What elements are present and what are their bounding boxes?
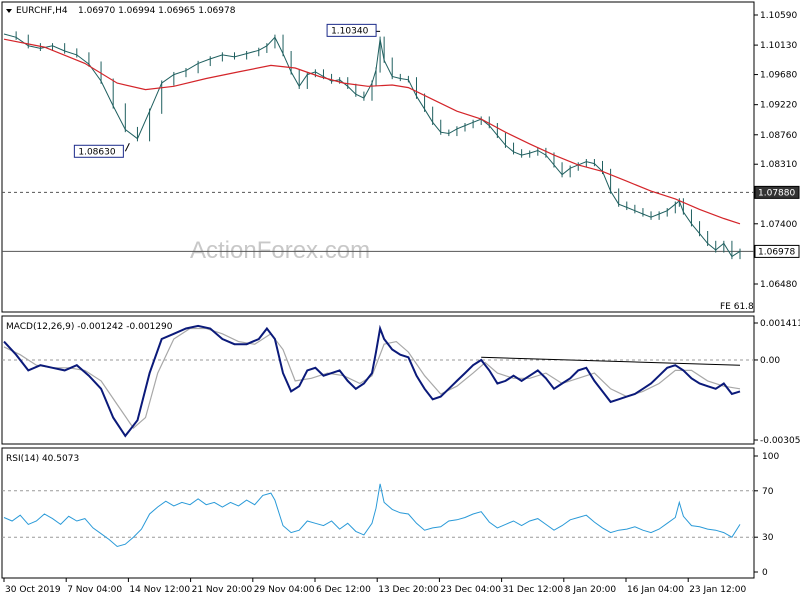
- price-header: EURCHF,H4 1.06970 1.06994 1.06965 1.0697…: [6, 6, 236, 16]
- symbol-label: EURCHF,H4: [16, 6, 68, 16]
- level-price-label: 1.06978: [758, 247, 795, 257]
- time-tick-label: 30 Oct 2019: [5, 585, 61, 595]
- rsi-tick-label: 30: [762, 533, 774, 543]
- chart-canvas: ActionForex.com EURCHF,H4 1.06970 1.0699…: [1, 1, 800, 595]
- rsi-panel-frame: [1, 447, 755, 579]
- rsi-title: RSI(14) 40.5073: [6, 454, 79, 464]
- time-tick-label: 31 Dec 12:00: [503, 585, 564, 595]
- time-tick-label: 23 Dec 04:00: [440, 585, 501, 595]
- price-tick-label: 1.09680: [760, 71, 797, 81]
- macd-title: MACD(12,26,9) -0.001242 -0.001290: [6, 322, 173, 332]
- macd-axis: 0.001411 0.00 -0.003055: [754, 319, 800, 446]
- time-tick-label: 16 Jan 04:00: [627, 585, 684, 595]
- time-tick-label: 6 Dec 12:00: [316, 585, 371, 595]
- time-tick-label: 21 Nov 20:00: [192, 585, 253, 595]
- annotation-label: 1.10340: [331, 26, 368, 36]
- time-tick-label: 13 Dec 20:00: [378, 585, 439, 595]
- macd-tick-label: 0.00: [760, 356, 780, 366]
- macd-tick-label: -0.003055: [760, 436, 800, 446]
- price-tick-label: 1.08310: [760, 160, 797, 170]
- watermark: ActionForex.com: [190, 237, 370, 264]
- time-tick-label: 7 Nov 04:00: [67, 585, 122, 595]
- time-tick-label: 8 Jan 20:00: [565, 585, 617, 595]
- time-axis: 30 Oct 2019 7 Nov 04:00 14 Nov 12:00 21 Nov…: [3, 578, 746, 595]
- annotation-label: 1.08630: [78, 147, 115, 157]
- price-tick-label: 1.10590: [760, 11, 797, 21]
- price-tick-label: 1.07400: [760, 220, 797, 230]
- time-tick-label: 23 Jan 12:00: [689, 585, 746, 595]
- price-tick-label: 1.06480: [760, 280, 797, 290]
- ohlc-values: 1.06970 1.06994 1.06965 1.06978: [78, 6, 236, 16]
- time-tick-label: 14 Nov 12:00: [129, 585, 190, 595]
- rsi-tick-label: 70: [762, 487, 774, 497]
- fibo-label: FE 61.8: [720, 302, 754, 312]
- level-price-label: 1.07880: [758, 188, 795, 198]
- price-tick-label: 1.09220: [760, 101, 797, 111]
- rsi-tick-label: 0: [762, 568, 768, 578]
- time-tick-label: 29 Nov 04:00: [254, 585, 315, 595]
- rsi-tick-label: 100: [762, 452, 779, 462]
- macd-tick-label: 0.001411: [760, 319, 800, 329]
- price-tick-label: 1.10130: [760, 41, 797, 51]
- price-axis: 1.07880 1.06978 1.10590 1.10130 1.09680 1.092…: [754, 11, 800, 290]
- rsi-axis: 100 70 30 0: [754, 452, 779, 578]
- price-tick-label: 1.08760: [760, 131, 797, 141]
